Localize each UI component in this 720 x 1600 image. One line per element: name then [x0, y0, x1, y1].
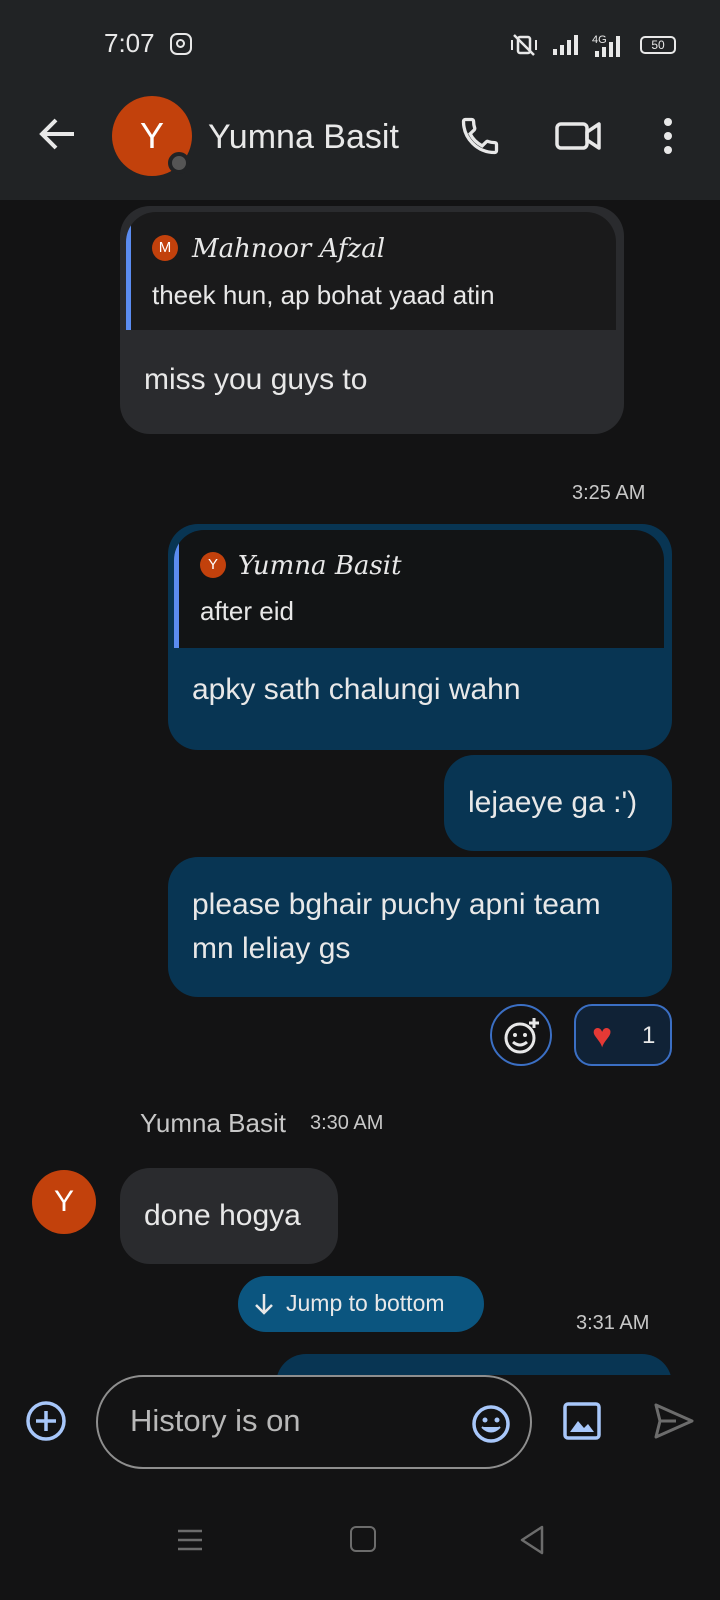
message-timestamp: 3:25 AM — [572, 482, 646, 504]
message-bubble-outgoing[interactable]: please bghair puchy apni team mn leliay … — [168, 857, 672, 997]
app-bar: Y Yumna Basit — [0, 90, 720, 200]
message-bubble-outgoing[interactable] — [276, 1354, 672, 1375]
status-time: 7:07 — [104, 28, 155, 58]
message-input-placeholder: History is on — [130, 1403, 301, 1438]
status-icons: 4G 50 — [508, 32, 676, 58]
arrow-down-icon — [255, 1294, 273, 1315]
compose-bar: History is on — [0, 1375, 720, 1500]
message-input[interactable]: History is on — [96, 1375, 532, 1469]
signal-4g-icon: 4G — [592, 34, 620, 57]
more-vert-icon[interactable] — [656, 116, 680, 156]
svg-text:4G: 4G — [592, 34, 607, 46]
home-icon[interactable] — [350, 1526, 376, 1552]
message-text: apky sath chalungi wahn — [192, 673, 521, 706]
message-bubble-incoming[interactable]: done hogya — [120, 1168, 338, 1264]
quote-bar — [126, 212, 131, 330]
reply-quote[interactable]: M Mahnoor Afzal theek hun, ap bohat yaad… — [126, 212, 616, 330]
quote-avatar: Y — [200, 552, 226, 578]
message-text-line: mn leliay gs — [192, 932, 351, 965]
add-circle-icon[interactable] — [24, 1399, 68, 1443]
video-camera-icon[interactable] — [554, 116, 602, 156]
phone-icon[interactable] — [458, 114, 502, 158]
signal-icon — [553, 35, 578, 55]
recent-apps-icon[interactable] — [176, 1528, 204, 1552]
message-text: miss you guys to — [144, 363, 368, 396]
battery-icon: 50 — [640, 36, 676, 54]
reaction-count: 1 — [642, 1022, 656, 1049]
status-bar: 7:07 4G 50 — [0, 0, 720, 90]
message-bubble-outgoing[interactable]: Y Yumna Basit after eid apky sath chalun… — [168, 524, 672, 750]
instagram-icon — [170, 33, 192, 55]
nav-back-icon[interactable] — [518, 1524, 546, 1556]
quote-text: after eid — [200, 596, 294, 626]
quote-avatar: M — [152, 235, 178, 261]
heart-icon: ♥ — [592, 1017, 613, 1055]
quote-bar — [174, 530, 179, 648]
message-bubble-incoming[interactable]: M Mahnoor Afzal theek hun, ap bohat yaad… — [120, 206, 624, 434]
quote-text: theek hun, ap bohat yaad atin — [152, 280, 495, 310]
back-arrow-icon[interactable] — [36, 112, 80, 156]
reply-quote[interactable]: Y Yumna Basit after eid — [174, 530, 664, 648]
system-nav-bar — [0, 1500, 720, 1600]
quote-sender: Mahnoor Afzal — [192, 234, 386, 264]
emoji-icon[interactable] — [470, 1403, 512, 1445]
add-reaction-icon — [504, 1018, 539, 1054]
add-reaction-button[interactable] — [490, 1004, 552, 1066]
contact-name[interactable]: Yumna Basit — [208, 118, 399, 157]
message-text: done hogya — [144, 1199, 301, 1232]
jump-to-bottom-button[interactable]: Jump to bottom — [238, 1276, 484, 1332]
message-bubble-outgoing[interactable]: lejaeye ga :') — [444, 755, 672, 851]
presence-indicator-icon — [168, 152, 190, 174]
sender-name: Yumna Basit — [140, 1108, 286, 1138]
message-text-line: please bghair puchy apni team — [192, 888, 601, 921]
jump-to-bottom-label: Jump to bottom — [286, 1290, 445, 1316]
send-icon[interactable] — [652, 1399, 696, 1443]
message-list[interactable]: M Mahnoor Afzal theek hun, ap bohat yaad… — [0, 200, 720, 1375]
message-timestamp: 3:31 AM — [576, 1312, 650, 1334]
sender-avatar[interactable]: Y — [32, 1170, 96, 1234]
message-text: lejaeye ga :') — [468, 786, 638, 819]
reaction-heart-chip[interactable]: ♥ 1 — [574, 1004, 672, 1066]
sender-time: 3:30 AM — [310, 1112, 384, 1134]
vibrate-mute-icon — [511, 34, 537, 56]
image-gallery-icon[interactable] — [562, 1401, 602, 1441]
quote-sender: Yumna Basit — [238, 551, 402, 581]
